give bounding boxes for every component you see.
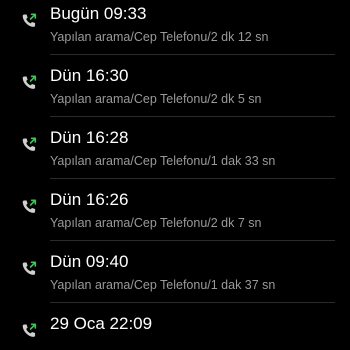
call-time: Dün 09:40 [50,252,129,271]
call-detail: Yapılan arama/Cep Telefonu/2 dk 5 sn [50,92,262,106]
call-log-item[interactable]: 29 Oca 22:09 [0,303,350,350]
outgoing-call-icon [20,198,38,216]
call-time: 29 Oca 22:09 [50,314,153,333]
call-log-item[interactable]: Dün 16:30 Yapılan arama/Cep Telefonu/2 d… [0,55,350,117]
call-time: Bugün 09:33 [50,4,147,23]
outgoing-call-icon [20,136,38,154]
call-log-item[interactable]: Dün 16:28 Yapılan arama/Cep Telefonu/1 d… [0,117,350,179]
call-detail: Yapılan arama/Cep Telefonu/2 dk 7 sn [50,216,262,230]
call-time: Dün 16:26 [50,190,129,209]
outgoing-call-icon [20,322,38,340]
call-history-screen: Bugün 09:33 Yapılan arama/Cep Telefonu/2… [0,0,350,350]
call-detail: Yapılan arama/Cep Telefonu/1 dak 33 sn [50,154,276,168]
call-time: Dün 16:28 [50,128,129,147]
call-log-list: Bugün 09:33 Yapılan arama/Cep Telefonu/2… [0,0,350,350]
call-detail: Yapılan arama/Cep Telefonu/1 dak 37 sn [50,278,276,292]
call-log-item[interactable]: Dün 09:40 Yapılan arama/Cep Telefonu/1 d… [0,241,350,303]
call-log-item[interactable]: Bugün 09:33 Yapılan arama/Cep Telefonu/2… [0,0,350,55]
outgoing-call-icon [20,74,38,92]
outgoing-call-icon [20,260,38,278]
call-detail: Yapılan arama/Cep Telefonu/2 dk 12 sn [50,30,269,44]
outgoing-call-icon [20,12,38,30]
call-time: Dün 16:30 [50,66,129,85]
call-log-item[interactable]: Dün 16:26 Yapılan arama/Cep Telefonu/2 d… [0,179,350,241]
